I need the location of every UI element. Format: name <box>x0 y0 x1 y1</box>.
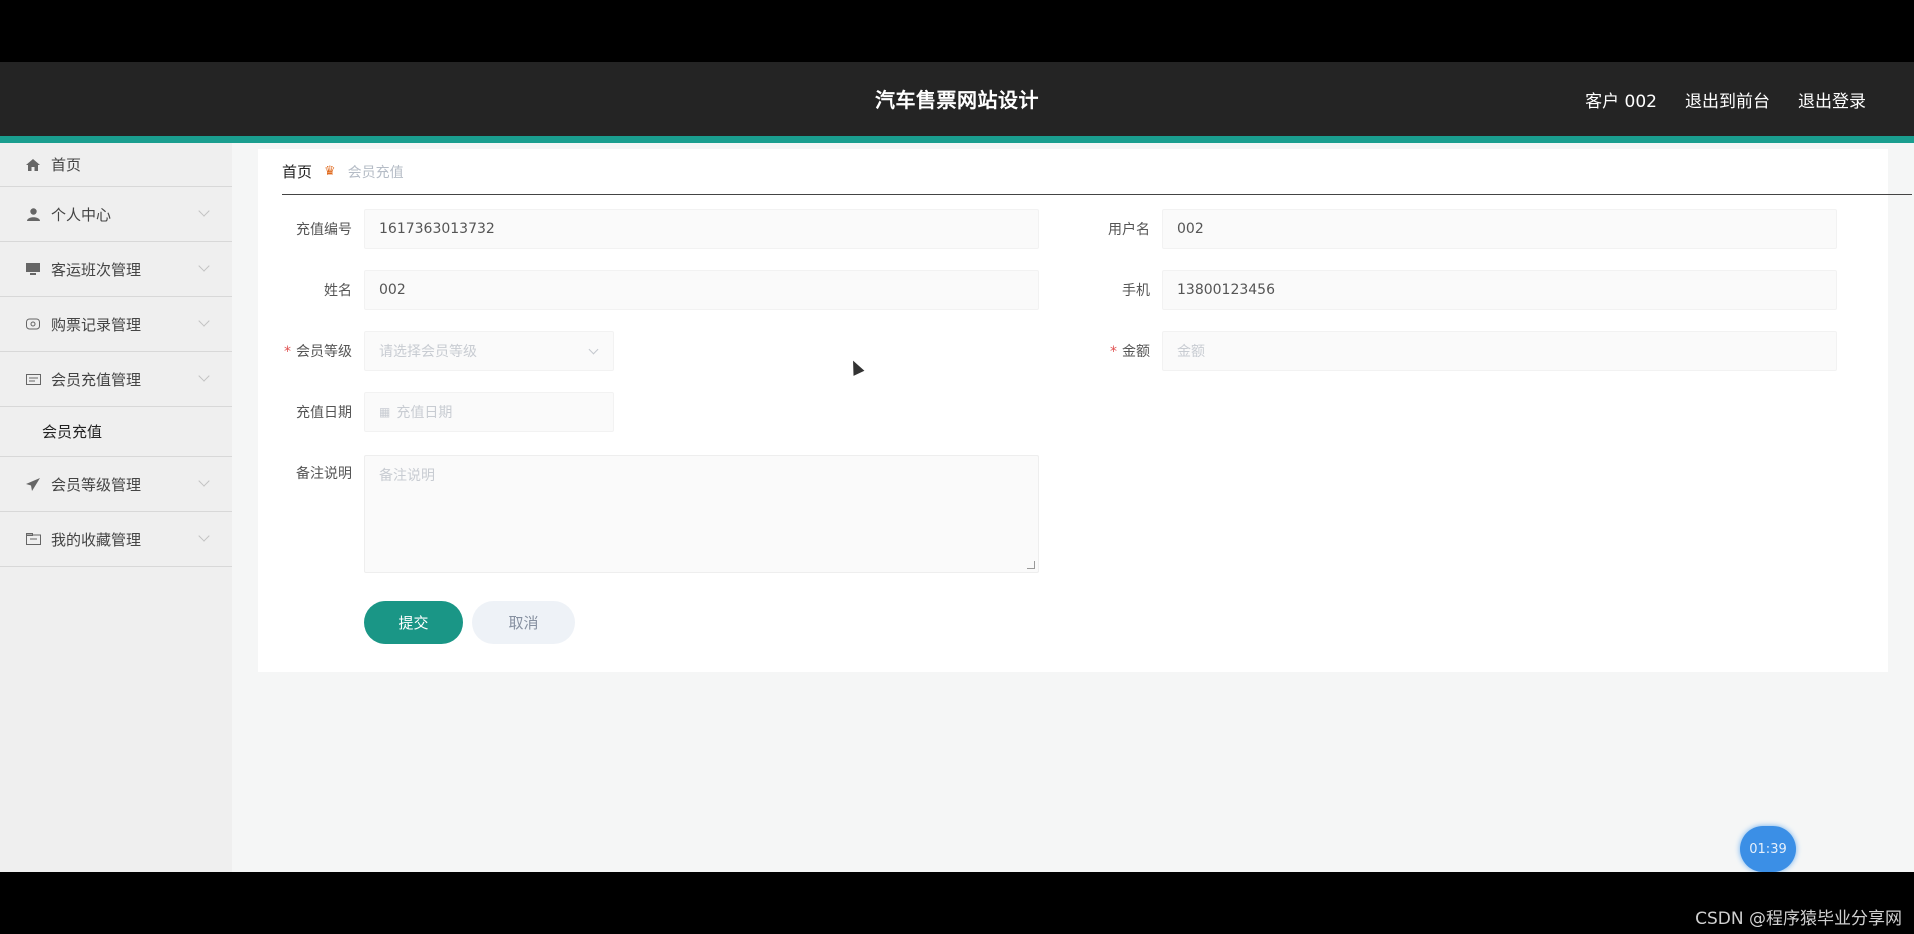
monitor-icon <box>24 261 42 277</box>
black-letterbox-bottom <box>0 872 1914 934</box>
level-select[interactable]: 请选择会员等级 <box>364 331 614 371</box>
form-row-amount: * 金额 金额 <box>1048 331 1837 371</box>
username-label: 用户名 <box>1108 222 1150 238</box>
sidebar-item-label: 首页 <box>51 156 82 174</box>
sidebar-item-ticket-records[interactable]: 购票记录管理 <box>0 297 232 352</box>
form-card: 首页 ♛ 会员充值 充值编号 1617363013732 用户名 002 姓名 … <box>258 149 1912 672</box>
top-navbar: 汽车售票网站设计 客户 002 退出到前台 退出登录 <box>0 62 1914 136</box>
sidebar-item-label: 个人中心 <box>51 205 112 224</box>
sidebar-item-home[interactable]: 首页 <box>0 143 232 187</box>
phone-input[interactable]: 13800123456 <box>1162 270 1837 310</box>
chevron-down-icon <box>198 205 210 217</box>
required-mark: * <box>284 344 291 360</box>
main-content: 首页 ♛ 会员充值 充值编号 1617363013732 用户名 002 姓名 … <box>232 143 1914 872</box>
form-row-phone: 手机 13800123456 <box>1048 270 1837 310</box>
sidebar-item-label: 会员等级管理 <box>51 475 142 494</box>
chevron-down-icon <box>588 344 599 355</box>
amount-input[interactable]: 金额 <box>1162 331 1837 371</box>
date-label: 充值日期 <box>296 405 352 421</box>
sidebar-item-schedule-management[interactable]: 客运班次管理 <box>0 242 232 297</box>
back-to-front-link[interactable]: 退出到前台 <box>1685 87 1770 112</box>
cancel-button[interactable]: 取消 <box>472 601 575 644</box>
home-icon <box>24 157 42 173</box>
current-user-label: 客户 002 <box>1585 92 1657 112</box>
sidebar-item-favorites-management[interactable]: 我的收藏管理 <box>0 512 232 567</box>
ticket-icon <box>24 316 42 332</box>
breadcrumb-home[interactable]: 首页 <box>282 161 312 182</box>
level-label-text: 会员等级 <box>296 344 352 360</box>
breadcrumb: 首页 ♛ 会员充值 <box>282 149 1912 195</box>
form-row-name: 姓名 002 <box>258 270 1039 310</box>
calendar-icon: ▦ <box>379 405 391 419</box>
resize-handle[interactable] <box>1027 561 1035 569</box>
chevron-down-icon <box>198 475 210 487</box>
date-placeholder: 充值日期 <box>396 405 453 421</box>
sidebar-item-level-management[interactable]: 会员等级管理 <box>0 457 232 512</box>
amount-label: * 金额 <box>1048 341 1162 361</box>
sidebar-item-label: 购票记录管理 <box>51 315 142 334</box>
logout-link[interactable]: 退出登录 <box>1798 87 1866 112</box>
amount-label-text: 金额 <box>1122 344 1150 360</box>
form-row-recharge-no: 充值编号 1617363013732 <box>258 209 1039 249</box>
sidebar-item-label: 我的收藏管理 <box>51 530 142 549</box>
recharge-no-label: 充值编号 <box>296 222 352 238</box>
sidebar-subitem-recharge[interactable]: 会员充值 <box>0 407 232 457</box>
form-row-remark: 备注说明 备注说明 <box>258 455 1039 573</box>
sidebar-item-recharge-management[interactable]: 会员充值管理 <box>0 352 232 407</box>
remark-placeholder: 备注说明 <box>379 468 435 484</box>
name-label: 姓名 <box>324 283 352 299</box>
remark-label: 备注说明 <box>296 466 352 482</box>
user-icon <box>24 206 42 222</box>
crown-icon: ♛ <box>324 164 336 179</box>
remark-textarea[interactable]: 备注说明 <box>364 455 1039 573</box>
watermark: CSDN @程序猿毕业分享网 <box>1695 909 1902 929</box>
chevron-down-icon <box>198 260 210 272</box>
submit-button[interactable]: 提交 <box>364 601 463 644</box>
sidebar-item-personal-center[interactable]: 个人中心 <box>0 187 232 242</box>
name-input[interactable]: 002 <box>364 270 1039 310</box>
sidebar-item-label: 会员充值管理 <box>51 370 142 389</box>
level-label: * 会员等级 <box>258 341 364 361</box>
timer-badge: 01:39 <box>1740 826 1796 872</box>
date-picker[interactable]: ▦ 充值日期 <box>364 392 614 432</box>
chevron-down-icon <box>198 315 210 327</box>
phone-label: 手机 <box>1122 283 1150 299</box>
recharge-no-input[interactable]: 1617363013732 <box>364 209 1039 249</box>
chevron-down-icon <box>198 370 210 382</box>
black-letterbox-top <box>0 0 1914 62</box>
chevron-down-icon <box>198 530 210 542</box>
topbar-links: 客户 002 退出到前台 退出登录 <box>1585 87 1866 112</box>
folder-icon <box>24 531 42 547</box>
send-icon <box>24 476 42 492</box>
sidebar: 首页 个人中心 客运班次管理 购票记录管理 会员充值管理 会员充值 会员等级管理 <box>0 143 232 872</box>
breadcrumb-current: 会员充值 <box>347 164 404 181</box>
level-select-placeholder: 请选择会员等级 <box>379 344 477 360</box>
form-row-level: * 会员等级 请选择会员等级 <box>258 331 614 371</box>
form-row-date: 充值日期 ▦ 充值日期 <box>258 392 614 432</box>
username-input[interactable]: 002 <box>1162 209 1837 249</box>
accent-divider <box>0 136 1914 143</box>
card-icon <box>24 371 42 387</box>
form-row-username: 用户名 002 <box>1048 209 1837 249</box>
required-mark: * <box>1110 344 1117 360</box>
sidebar-item-label: 客运班次管理 <box>51 260 142 279</box>
